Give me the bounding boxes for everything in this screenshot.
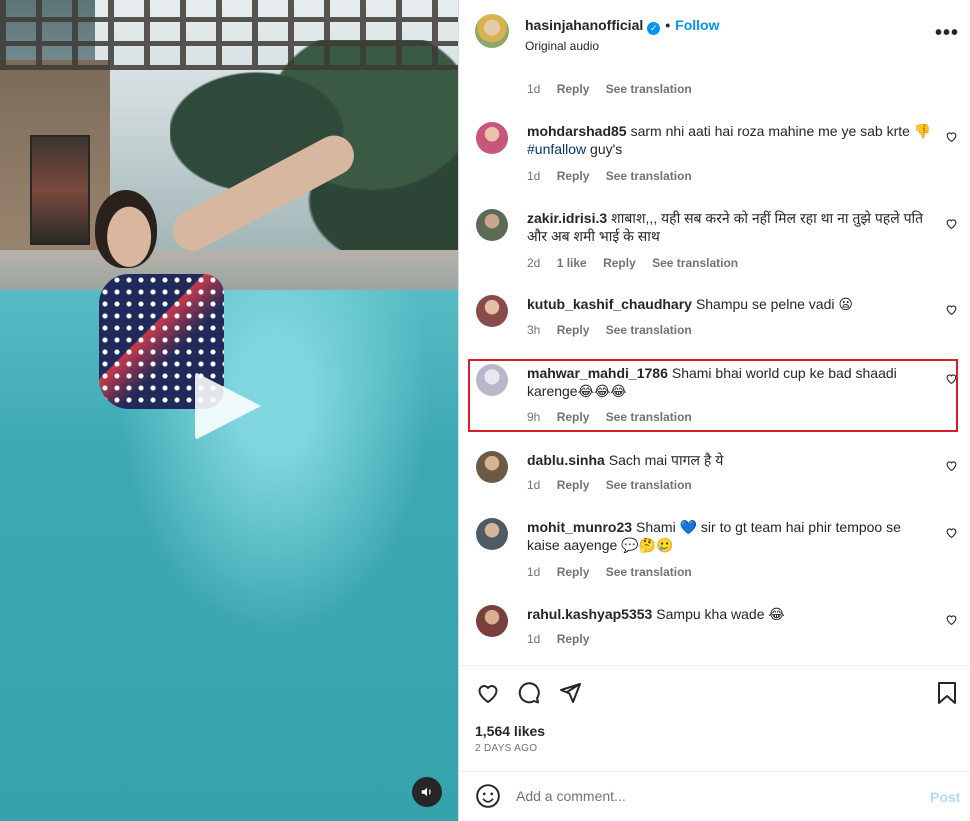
comment-time: 2d xyxy=(527,256,541,270)
more-options-icon[interactable]: ••• xyxy=(935,22,959,45)
comment-like-icon[interactable] xyxy=(945,217,959,231)
see-translation-button[interactable]: See translation xyxy=(606,169,692,183)
reply-button[interactable]: Reply xyxy=(557,632,590,646)
comment-text: mohdarshad85 sarm nhi aati hai roza mahin… xyxy=(527,122,932,158)
video-poster xyxy=(30,135,90,245)
add-comment-input[interactable] xyxy=(516,784,896,808)
commenter-username[interactable]: mohit_munro23 xyxy=(527,519,632,535)
see-translation-button[interactable]: See translation xyxy=(652,256,738,270)
comment-meta: 1d Reply See translation xyxy=(527,169,705,183)
comment-time: 1d xyxy=(527,565,541,579)
highlight-box xyxy=(468,359,958,432)
reply-button[interactable]: Reply xyxy=(557,478,590,492)
comment-time: 1d xyxy=(527,478,541,492)
commenter-avatar[interactable] xyxy=(476,122,508,154)
add-comment-divider xyxy=(459,771,970,772)
comment-meta: 1d Reply xyxy=(527,632,602,646)
commenter-avatar[interactable] xyxy=(476,451,508,483)
comment-body: sarm nhi aati hai roza mahine me ye sab … xyxy=(630,123,932,139)
actions-divider xyxy=(459,665,970,666)
post-date: 2 DAYS AGO xyxy=(475,743,538,754)
reply-button[interactable]: Reply xyxy=(557,169,590,183)
comment-meta: 1d Reply See translation xyxy=(527,478,705,492)
comment-meta: 2d 1 like Reply See translation xyxy=(527,256,751,270)
comment-text: mohit_munro23 Shami 💙 sir to gt team hai … xyxy=(527,518,932,554)
reply-button[interactable]: Reply xyxy=(557,323,590,337)
author-username[interactable]: hasinjahanofficial xyxy=(525,17,643,33)
previous-comment-meta: 1d Reply See translation xyxy=(527,82,705,96)
comment-text: kutub_kashif_chaudhary Shampu se pelne va… xyxy=(527,295,932,313)
follow-button[interactable]: Follow xyxy=(675,17,719,33)
comment-like-icon[interactable] xyxy=(945,303,959,317)
reply-button[interactable]: Reply xyxy=(557,82,590,96)
verified-badge-icon: ✓ xyxy=(647,22,661,35)
comment-text: rahul.kashyap5353 Sampu kha wade 😂 xyxy=(527,605,932,623)
comment-text: zakir.idrisi.3 शाबाश,,, यही सब करने को नह… xyxy=(527,209,932,245)
see-translation-button[interactable]: See translation xyxy=(606,565,692,579)
commenter-username[interactable]: dablu.sinha xyxy=(527,452,605,468)
comment-time: 1d xyxy=(527,169,541,183)
commenter-avatar[interactable] xyxy=(476,209,508,241)
speaker-icon[interactable] xyxy=(412,777,442,807)
post-comment-button[interactable]: Post xyxy=(930,789,960,805)
instagram-post-view: hasinjahanofficial ✓ • Follow Original audi… xyxy=(0,0,970,821)
video-pergola xyxy=(0,0,458,70)
see-translation-button[interactable]: See translation xyxy=(606,478,692,492)
commenter-avatar[interactable] xyxy=(476,518,508,550)
play-icon[interactable] xyxy=(195,372,261,440)
author-username-line: hasinjahanofficial ✓ • Follow xyxy=(525,17,719,35)
comment-time: 1d xyxy=(527,632,541,646)
reply-button[interactable]: Reply xyxy=(603,256,636,270)
comment-icon[interactable] xyxy=(515,679,543,707)
emoji-icon[interactable] xyxy=(475,783,501,809)
post-video[interactable] xyxy=(0,0,458,821)
commenter-avatar[interactable] xyxy=(476,605,508,637)
post-header: hasinjahanofficial ✓ • Follow Original audi… xyxy=(459,0,970,70)
add-comment-bar: Post xyxy=(459,772,970,821)
likes-count[interactable]: 1,564 likes xyxy=(475,723,545,739)
separator-dot: • xyxy=(665,17,671,33)
commenter-username[interactable]: mohdarshad85 xyxy=(527,123,627,139)
comment-time: 1d xyxy=(527,82,541,96)
commenter-username[interactable]: zakir.idrisi.3 xyxy=(527,210,607,226)
comment-meta: 1d Reply See translation xyxy=(527,565,705,579)
comment-body: Sach mai पागल है ये xyxy=(608,452,724,468)
comment-like-icon[interactable] xyxy=(945,130,959,144)
commenter-avatar[interactable] xyxy=(476,295,508,327)
comment-meta: 3h Reply See translation xyxy=(527,323,705,337)
commenter-username[interactable]: rahul.kashyap5353 xyxy=(527,606,652,622)
comment-time: 3h xyxy=(527,323,541,337)
comment-likes-count[interactable]: 1 like xyxy=(557,256,587,270)
bookmark-icon[interactable] xyxy=(933,679,961,707)
comment-body: Sampu kha wade 😂 xyxy=(656,606,785,622)
audio-label[interactable]: Original audio xyxy=(525,39,599,53)
comment-body-rest: guy's xyxy=(586,141,623,157)
commenter-username[interactable]: kutub_kashif_chaudhary xyxy=(527,296,692,312)
comment-body: Shampu se pelne vadi 😦 xyxy=(695,296,853,312)
hashtag-link[interactable]: #unfallow xyxy=(527,141,586,157)
comment-like-icon[interactable] xyxy=(945,459,959,473)
see-translation-button[interactable]: See translation xyxy=(606,323,692,337)
see-translation-button[interactable]: See translation xyxy=(606,82,692,96)
author-avatar[interactable] xyxy=(475,14,509,48)
heart-icon[interactable] xyxy=(474,679,502,707)
comment-text: dablu.sinha Sach mai पागल है ये xyxy=(527,451,932,469)
send-icon[interactable] xyxy=(556,679,584,707)
post-actions-bar xyxy=(459,676,970,716)
comment-like-icon[interactable] xyxy=(945,526,959,540)
video-person-head xyxy=(95,190,157,268)
comment-like-icon[interactable] xyxy=(945,613,959,627)
reply-button[interactable]: Reply xyxy=(557,565,590,579)
